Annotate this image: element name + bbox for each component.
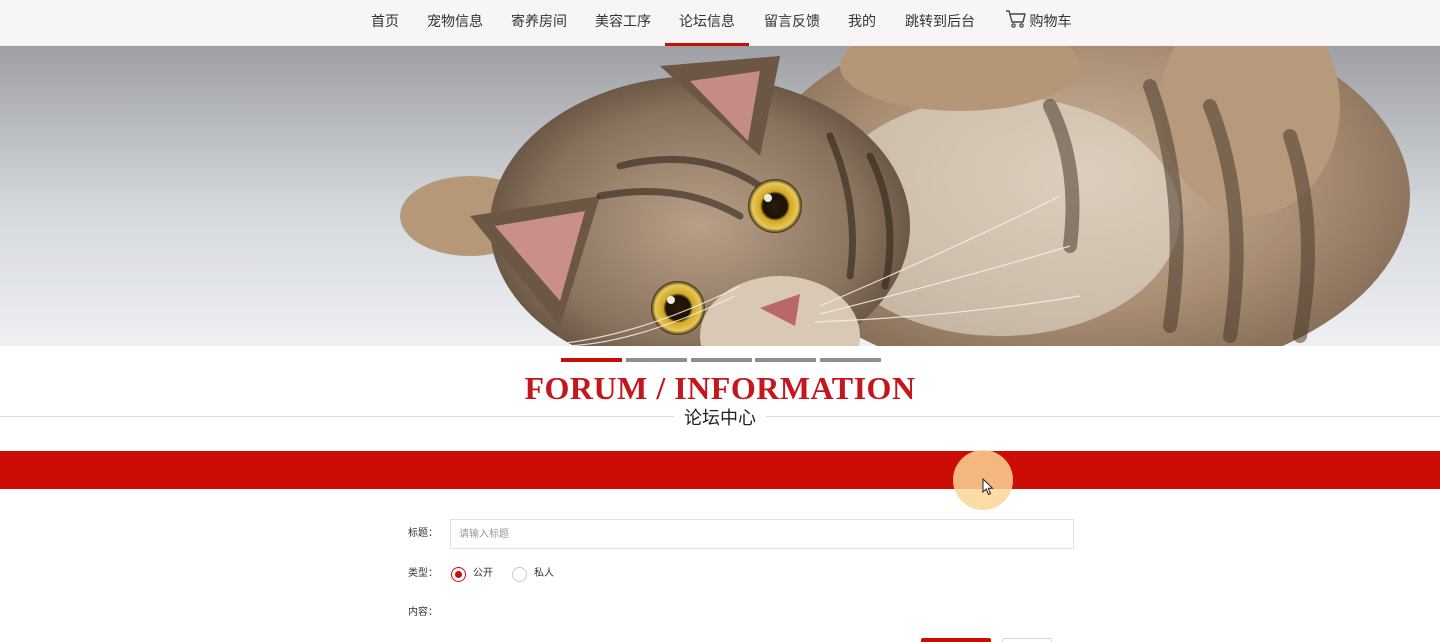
section-title-en: FORUM / INFORMATION xyxy=(524,370,916,406)
nav-item-admin[interactable]: 跳转到后台 xyxy=(898,0,982,46)
section-title-cn: 论坛中心 xyxy=(0,406,1440,432)
nav-item-pet-info[interactable]: 宠物信息 xyxy=(420,0,490,46)
title-input[interactable] xyxy=(450,519,1074,549)
carousel-dot-4[interactable] xyxy=(755,358,816,362)
title-label: 标题： xyxy=(408,528,438,539)
top-nav: 首页 宠物信息 寄养房间 美容工序 论坛信息 留言反馈 我的 跳转到后台 购物车 xyxy=(0,0,1440,46)
nav-item-mine[interactable]: 我的 xyxy=(841,0,883,46)
carousel-dot-5[interactable] xyxy=(820,358,881,362)
carousel-dot-1[interactable] xyxy=(561,358,622,362)
nav-list: 首页 宠物信息 寄养房间 美容工序 论坛信息 留言反馈 我的 跳转到后台 购物车 xyxy=(0,0,1440,46)
type-option-public-label: 公开 xyxy=(473,568,493,579)
type-label: 类型： xyxy=(408,568,438,579)
nav-item-cart[interactable]: 购物车 xyxy=(1000,0,1076,46)
radio-checked-icon xyxy=(451,566,466,582)
nav-item-home[interactable]: 首页 xyxy=(364,0,406,46)
cart-label: 购物车 xyxy=(1029,14,1072,30)
nav-item-grooming[interactable]: 美容工序 xyxy=(588,0,658,46)
type-row: 类型： 公开 私人 xyxy=(0,559,1440,589)
content-row: 内容： xyxy=(0,598,1440,628)
type-option-private-label: 私人 xyxy=(534,568,554,579)
submit-button[interactable] xyxy=(921,638,991,642)
mouse-cursor-icon xyxy=(982,478,994,496)
carousel-dot-2[interactable] xyxy=(626,358,687,362)
hero-banner xyxy=(0,46,1440,346)
nav-item-forum[interactable]: 论坛信息 xyxy=(665,0,749,46)
section-red-band xyxy=(0,451,1440,489)
content-label: 内容： xyxy=(408,607,438,618)
cart-icon xyxy=(1005,3,1027,28)
carousel-dot-3[interactable] xyxy=(691,358,752,362)
nav-item-boarding-rooms[interactable]: 寄养房间 xyxy=(504,0,574,46)
type-radio-private[interactable]: 私人 xyxy=(512,566,554,582)
reset-button[interactable] xyxy=(1002,638,1052,642)
nav-item-feedback[interactable]: 留言反馈 xyxy=(757,0,827,46)
banner-cat-image xyxy=(0,46,1440,346)
radio-unchecked-icon xyxy=(512,566,527,582)
title-row: 标题： xyxy=(0,519,1440,549)
section-title-cn-text: 论坛中心 xyxy=(674,408,766,429)
type-radio-public[interactable]: 公开 xyxy=(451,566,493,582)
